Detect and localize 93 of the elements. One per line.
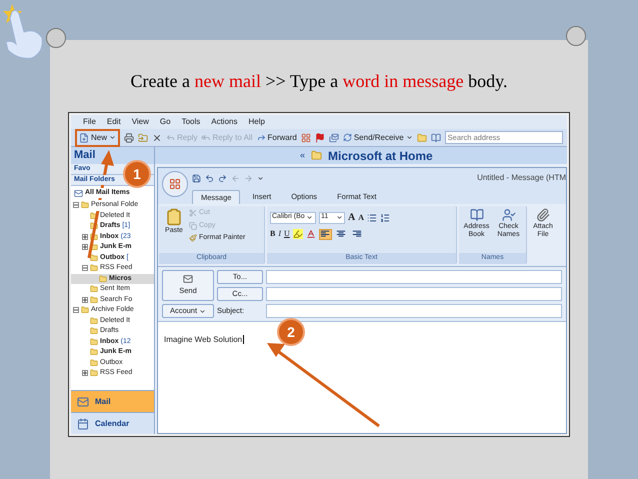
forward-button[interactable]: Forward bbox=[256, 132, 297, 144]
menu-item[interactable]: Tools bbox=[182, 116, 200, 128]
folder-icon bbox=[90, 348, 98, 356]
folder-icon bbox=[90, 243, 98, 252]
collapse-icon[interactable] bbox=[82, 265, 88, 272]
menu-item[interactable]: Help bbox=[248, 116, 265, 128]
folder-icon bbox=[90, 296, 98, 304]
menu-item[interactable]: File bbox=[83, 116, 96, 128]
expand-icon[interactable] bbox=[82, 370, 88, 376]
align-icon bbox=[352, 230, 362, 238]
folder-icon bbox=[90, 316, 98, 325]
menu-item[interactable]: View bbox=[132, 116, 149, 128]
font-color-icon[interactable] bbox=[306, 229, 316, 239]
collapse-icon[interactable] bbox=[73, 202, 79, 208]
flag-icon[interactable] bbox=[314, 132, 325, 142]
copy-icon bbox=[189, 222, 197, 230]
align-button[interactable] bbox=[334, 228, 348, 240]
align-button[interactable] bbox=[318, 228, 332, 240]
customize-icon[interactable] bbox=[257, 174, 264, 182]
collapse-button[interactable]: « bbox=[300, 148, 305, 162]
folder-icon bbox=[90, 338, 98, 346]
person-check-icon bbox=[502, 208, 516, 222]
mail-icon[interactable] bbox=[328, 132, 339, 142]
mail-icon bbox=[77, 396, 89, 408]
folder-icon bbox=[90, 327, 98, 336]
align-icon bbox=[336, 230, 346, 238]
folder-icon bbox=[90, 212, 98, 220]
hand-pointer-icon bbox=[2, 2, 46, 62]
shrink-font-button[interactable]: A bbox=[358, 212, 364, 224]
folder-icon bbox=[81, 306, 89, 314]
paintbrush-icon bbox=[189, 234, 197, 242]
reply-all-icon bbox=[201, 133, 210, 142]
align-icon bbox=[320, 230, 330, 238]
folder-icon bbox=[90, 232, 98, 241]
grid-icon bbox=[169, 178, 181, 190]
nav-button[interactable]: Mail bbox=[71, 390, 154, 412]
paperclip-icon bbox=[536, 208, 550, 222]
new-mail-icon bbox=[79, 132, 89, 142]
redo-icon[interactable] bbox=[218, 174, 227, 182]
folder-icon bbox=[311, 150, 322, 161]
undo-icon[interactable] bbox=[205, 174, 214, 182]
body-text: Imagine Web Solution bbox=[164, 335, 244, 344]
folder-icon bbox=[90, 222, 98, 230]
caret-icon bbox=[199, 308, 206, 314]
window-title: Untitled - Message (HTM bbox=[477, 172, 566, 184]
caret-icon bbox=[406, 134, 413, 141]
bullets-icon[interactable] bbox=[367, 212, 378, 222]
address-book-icon[interactable] bbox=[430, 132, 441, 142]
highlighter-icon[interactable] bbox=[292, 229, 303, 239]
clipboard-icon bbox=[165, 208, 183, 226]
envelope-icon bbox=[182, 274, 194, 284]
menu-item[interactable]: Edit bbox=[106, 116, 121, 128]
folder-icon bbox=[90, 358, 98, 367]
grow-font-button[interactable]: A bbox=[348, 210, 356, 225]
delete-icon[interactable] bbox=[152, 132, 162, 142]
forward-icon bbox=[256, 133, 266, 142]
underline-button[interactable]: U bbox=[284, 228, 290, 240]
categorize-icon[interactable] bbox=[300, 132, 311, 142]
scissors-icon bbox=[189, 209, 197, 218]
collapse-icon[interactable] bbox=[73, 307, 79, 314]
nav-button[interactable]: Calendar bbox=[71, 412, 154, 434]
folder-title: Microsoft at Home bbox=[328, 148, 433, 164]
print-icon[interactable] bbox=[124, 132, 134, 142]
subject-field[interactable] bbox=[266, 304, 562, 318]
folder-icon bbox=[99, 274, 107, 283]
menu-item[interactable]: Actions bbox=[211, 116, 238, 128]
expand-icon[interactable] bbox=[82, 234, 88, 240]
folder-icon bbox=[90, 264, 98, 272]
folder-icon bbox=[81, 201, 89, 210]
align-button[interactable] bbox=[350, 228, 364, 240]
folder-icon bbox=[90, 369, 98, 378]
cc-field[interactable] bbox=[266, 287, 562, 301]
book-icon bbox=[470, 208, 484, 222]
mail-icon bbox=[74, 188, 83, 198]
folder-icon bbox=[90, 254, 98, 262]
slide-title: Create a new mail >> Type a word in message body. bbox=[130, 70, 508, 92]
menu-item[interactable]: Go bbox=[160, 116, 171, 128]
to-field[interactable] bbox=[266, 270, 562, 284]
italic-button[interactable]: I bbox=[278, 228, 282, 240]
bold-button[interactable]: B bbox=[270, 228, 276, 240]
expand-icon[interactable] bbox=[82, 244, 88, 250]
caret-icon bbox=[336, 214, 343, 221]
caret-icon bbox=[109, 134, 116, 141]
new-button[interactable]: New bbox=[75, 128, 120, 146]
expand-icon[interactable] bbox=[82, 296, 88, 303]
caret-icon bbox=[306, 214, 313, 221]
calendar-icon bbox=[77, 418, 89, 430]
save-icon[interactable] bbox=[192, 174, 201, 182]
send-receive-button[interactable]: Send/Receive bbox=[342, 132, 413, 144]
sync-icon bbox=[342, 133, 352, 142]
reply-icon bbox=[166, 133, 176, 142]
numbering-icon[interactable] bbox=[380, 212, 390, 222]
folder-icon bbox=[90, 285, 98, 294]
